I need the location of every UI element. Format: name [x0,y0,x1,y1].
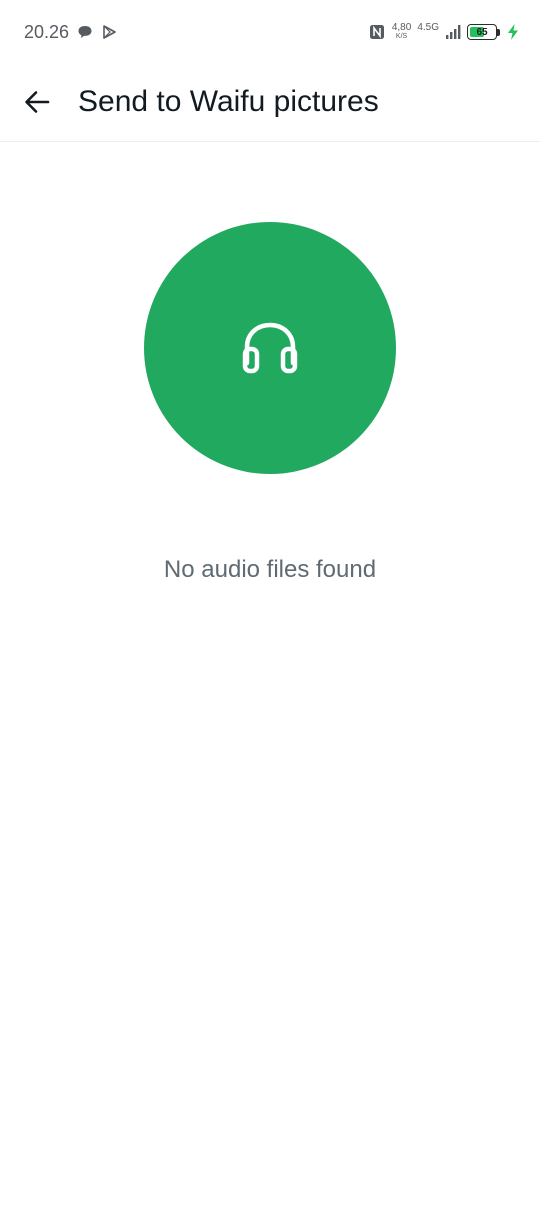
charging-bolt-icon [508,24,518,40]
network-speed: 4,80 K/S [392,23,411,41]
battery-cap [497,28,500,36]
message-bubble-icon [78,26,92,38]
battery-indicator: 65 [467,24,500,40]
headphones-icon [242,322,298,374]
arrow-left-icon [25,91,50,113]
battery-level: 65 [476,26,488,38]
signal-icon [446,25,461,39]
empty-state-circle [144,222,396,474]
status-icons: 4,80 K/S 4.5G 65 [368,20,520,44]
play-store-icon [103,25,116,39]
page-title: Send to Waifu pictures [78,85,379,118]
screen: 20.26 4,80 K/S 4.5G 65 Send to Waifu pic… [0,0,540,1230]
app-bar: Send to Waifu pictures [0,68,540,142]
status-time: 20.26 [24,22,70,42]
network-type: 4.5G [417,21,439,33]
back-button[interactable] [18,83,56,121]
network-speed-value: 4,80 [391,22,412,33]
nfc-icon [369,25,384,39]
network-speed-unit: K/S [395,33,408,40]
empty-state-message: No audio files found [163,556,377,583]
battery-icon: 65 [467,24,497,40]
status-bar: 20.26 4,80 K/S 4.5G 65 [0,0,540,68]
